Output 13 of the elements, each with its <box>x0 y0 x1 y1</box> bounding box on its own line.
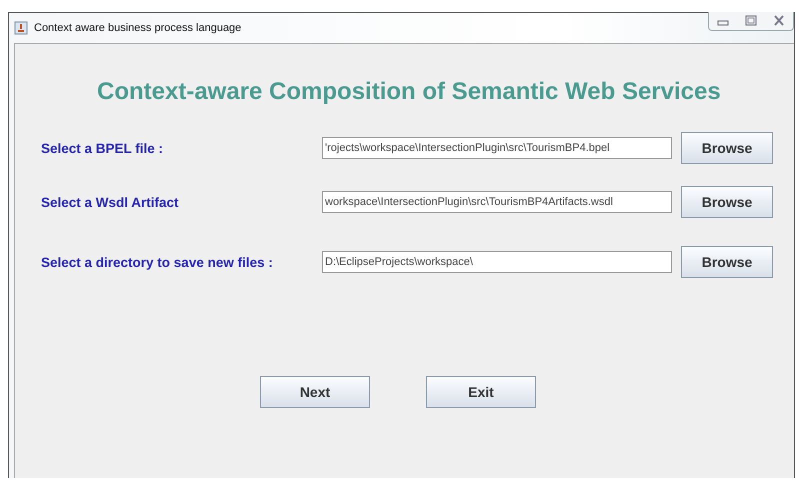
exit-button[interactable]: Exit <box>426 376 536 408</box>
browse-button[interactable]: Browse <box>681 186 773 218</box>
path-field[interactable]: 'rojects\workspace\IntersectionPlugin\src\TourismBP4.bpel <box>322 137 672 159</box>
path-field[interactable]: workspace\IntersectionPlugin\src\TourismBP4Artifacts.wsdl <box>322 191 672 213</box>
page-heading: Context-aware Composition of Semantic Web Services <box>96 78 722 106</box>
field-label: Select a Wsdl Artifact <box>41 194 180 210</box>
field-label: Select a BPEL file : <box>41 140 164 156</box>
path-field[interactable]: D:\EclipseProjects\workspace\ <box>322 251 672 273</box>
field-label: Select a directory to save new files : <box>41 254 274 270</box>
window-title: Context aware business process language <box>34 22 242 34</box>
next-button[interactable]: Next <box>260 376 370 408</box>
browse-button[interactable]: Browse <box>681 246 773 278</box>
browse-button[interactable]: Browse <box>681 132 773 164</box>
